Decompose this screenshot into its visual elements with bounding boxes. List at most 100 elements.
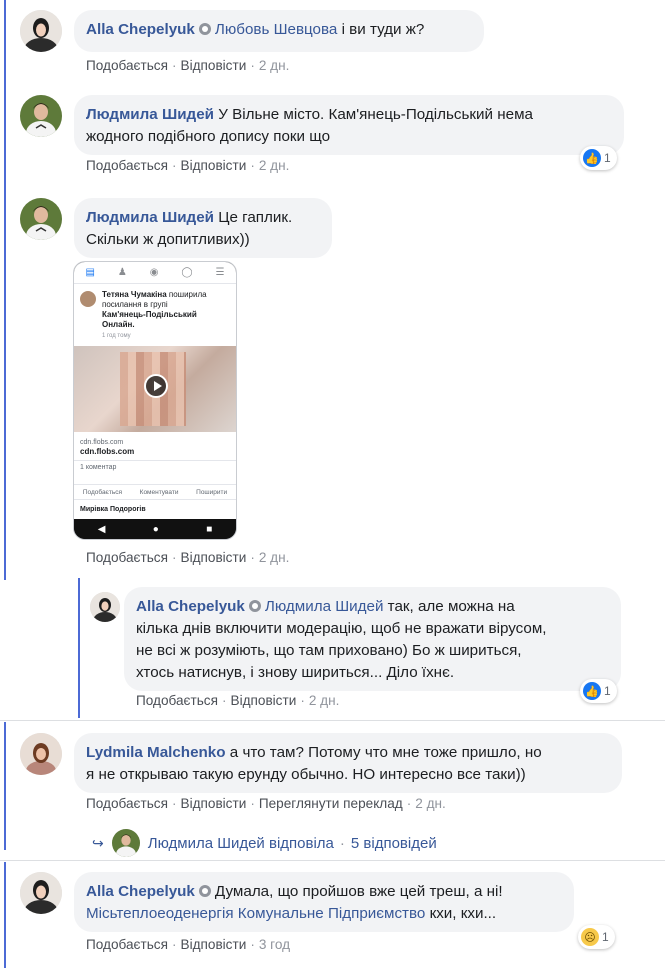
comment-author[interactable]: Alla Chepelyuk	[86, 883, 195, 900]
menu-icon: ☰	[215, 267, 225, 278]
comment-text: не всі ж розуміють, що там приховано) Бо…	[136, 642, 522, 659]
reaction-number: 1	[604, 684, 611, 698]
home-icon: ▤	[85, 267, 95, 278]
comment-time[interactable]: 3 год	[259, 937, 290, 952]
reaction-count[interactable]: 👍 1	[580, 679, 617, 703]
notifications-icon: ◯	[181, 267, 193, 278]
like-button[interactable]: Подобається	[86, 58, 168, 73]
comment-actions: Подобається · Відповісти · Переглянути перек…	[86, 796, 446, 811]
comment-mention[interactable]: Любовь Шевцова	[215, 21, 337, 38]
comment-actions: Подобається · Відповісти · 2 дн.	[136, 693, 340, 708]
android-navbar: ◀ ● ■	[74, 519, 236, 539]
comment-author[interactable]: Людмила Шидей	[86, 106, 214, 123]
comment-bubble: Alla Chepelyuk Думала, що пройшов вже цей…	[74, 872, 574, 932]
reply-button[interactable]: Відповісти	[181, 550, 247, 565]
groups-icon: ◉	[149, 267, 159, 278]
screenshot-tabs: ▤ ♟ ◉ ◯ ☰	[74, 262, 236, 284]
shared-share: Поширити	[196, 488, 228, 496]
reaction-count[interactable]: 👍 1	[580, 146, 617, 170]
comment-author[interactable]: Alla Chepelyuk	[136, 598, 245, 615]
shared-post-group: Кам'янець-Подільський Онлайн.	[102, 310, 197, 329]
reply-button[interactable]: Відповісти	[181, 158, 247, 173]
comment-author[interactable]: Lydmila Malchenko	[86, 744, 226, 761]
comment-actions: Подобається · Відповісти · 2 дн.	[86, 158, 290, 173]
comment-text: хтось натиснув, і знову шириться... Діло…	[136, 664, 455, 681]
avatar[interactable]	[20, 198, 62, 240]
view-replies-link[interactable]: ↪ Людмила Шидей відповіла · 5 відповідей	[92, 829, 437, 857]
comment-time[interactable]: 2 дн.	[259, 158, 290, 173]
link-domain: cdn.flobs.com	[80, 439, 124, 446]
comment-text: У Вільне місто. Кам'янець-Подільський не…	[218, 106, 533, 123]
avatar[interactable]	[20, 733, 62, 775]
friends-icon: ♟	[117, 267, 127, 278]
shared-comment: Коментувати	[139, 488, 179, 496]
divider	[0, 860, 665, 861]
comment-mention[interactable]: Місьтеплоеоденергія Комунальне Підприємс…	[86, 905, 425, 922]
reply-arrow-icon: ↪	[92, 834, 104, 851]
reaction-number: 1	[604, 151, 611, 165]
shared-like: Подобається	[82, 488, 123, 496]
comment-author[interactable]: Людмила Шидей	[86, 209, 214, 226]
shared-post-author: Тетяна Чумакіна	[102, 290, 167, 299]
thread-line	[4, 0, 6, 580]
comment-text: так, але можна на	[387, 598, 515, 615]
screenshot-screen: ▤ ♟ ◉ ◯ ☰ Тетяна Чумакіна поширила посилання…	[74, 262, 236, 520]
link-preview: cdn.flobs.com cdn.flobs.com	[74, 434, 236, 461]
back-icon: ◀	[97, 523, 106, 535]
verified-icon	[198, 885, 211, 897]
comment-author[interactable]: Alla Chepelyuk	[86, 21, 195, 38]
replies-count[interactable]: 5 відповідей	[351, 835, 437, 852]
comment-text: жодного подібного допису поки що	[86, 128, 331, 145]
verified-icon	[198, 23, 211, 35]
reply-button[interactable]: Відповісти	[181, 796, 247, 811]
comment-bubble: Людмила Шидей Це гаплик. Скільки ж допит…	[74, 198, 332, 258]
avatar[interactable]	[20, 872, 62, 914]
replies-who[interactable]: Людмила Шидей відповіла	[148, 835, 334, 852]
comment-actions: Подобається · Відповісти · 3 год	[86, 937, 291, 952]
comment-mention[interactable]: Людмила Шидей	[265, 598, 384, 615]
avatar	[80, 291, 96, 307]
like-button[interactable]: Подобається	[86, 796, 168, 811]
shared-post-actions: Подобається Коментувати Поширити	[74, 484, 236, 500]
like-button[interactable]: Подобається	[86, 937, 168, 952]
like-button[interactable]: Подобається	[86, 158, 168, 173]
shared-post-time: 1 год тому	[102, 333, 131, 339]
attached-screenshot[interactable]: ▤ ♟ ◉ ◯ ☰ Тетяна Чумакіна поширила посилання…	[73, 261, 237, 540]
like-reaction-icon: 👍	[583, 149, 601, 167]
comment-text: кілька днів включити модерацію, щоб не в…	[136, 620, 547, 637]
avatar[interactable]	[20, 10, 62, 52]
comment-time[interactable]: 2 дн.	[415, 796, 446, 811]
like-reaction-icon: 👍	[583, 682, 601, 700]
comment-bubble: Alla Chepelyuk Людмила Шидей так, але мож…	[124, 587, 621, 691]
comment-text: я не открываю такую ерунду обычно. НО ин…	[86, 766, 526, 783]
reaction-number: 1	[602, 930, 609, 944]
translate-button[interactable]: Переглянути переклад	[259, 796, 403, 811]
avatar[interactable]	[90, 592, 120, 622]
shared-comment-count: 1 коментар	[80, 464, 117, 471]
reply-button[interactable]: Відповісти	[231, 693, 297, 708]
reaction-count[interactable]: ☹ 1	[578, 925, 615, 949]
avatar[interactable]	[20, 95, 62, 137]
comment-bubble: Людмила Шидей У Вільне місто. Кам'янець-…	[74, 95, 624, 155]
comment-bubble: Lydmila Malchenko а что там? Потому что …	[74, 733, 622, 793]
home-circle-icon: ●	[152, 523, 159, 535]
verified-icon	[248, 600, 261, 612]
comment-text: кхи, кхи...	[425, 905, 497, 922]
thread-line	[4, 722, 6, 850]
reply-button[interactable]: Відповісти	[181, 58, 247, 73]
like-button[interactable]: Подобається	[86, 550, 168, 565]
play-icon	[144, 374, 168, 398]
comment-time[interactable]: 2 дн.	[259, 58, 290, 73]
video-thumbnail	[74, 346, 236, 432]
sad-reaction-icon: ☹	[581, 928, 599, 946]
comment-actions: Подобається · Відповісти · 2 дн.	[86, 58, 290, 73]
next-post-author: Мирівка Подорогів	[80, 506, 146, 513]
comment-time[interactable]: 2 дн.	[259, 550, 290, 565]
divider	[0, 720, 665, 721]
like-button[interactable]: Подобається	[136, 693, 218, 708]
comment-time[interactable]: 2 дн.	[309, 693, 340, 708]
reply-button[interactable]: Відповісти	[181, 937, 247, 952]
comment-text: Це гаплик.	[218, 209, 293, 226]
comment-text: і ви туди ж?	[337, 21, 425, 38]
link-title: cdn.flobs.com	[80, 447, 135, 456]
